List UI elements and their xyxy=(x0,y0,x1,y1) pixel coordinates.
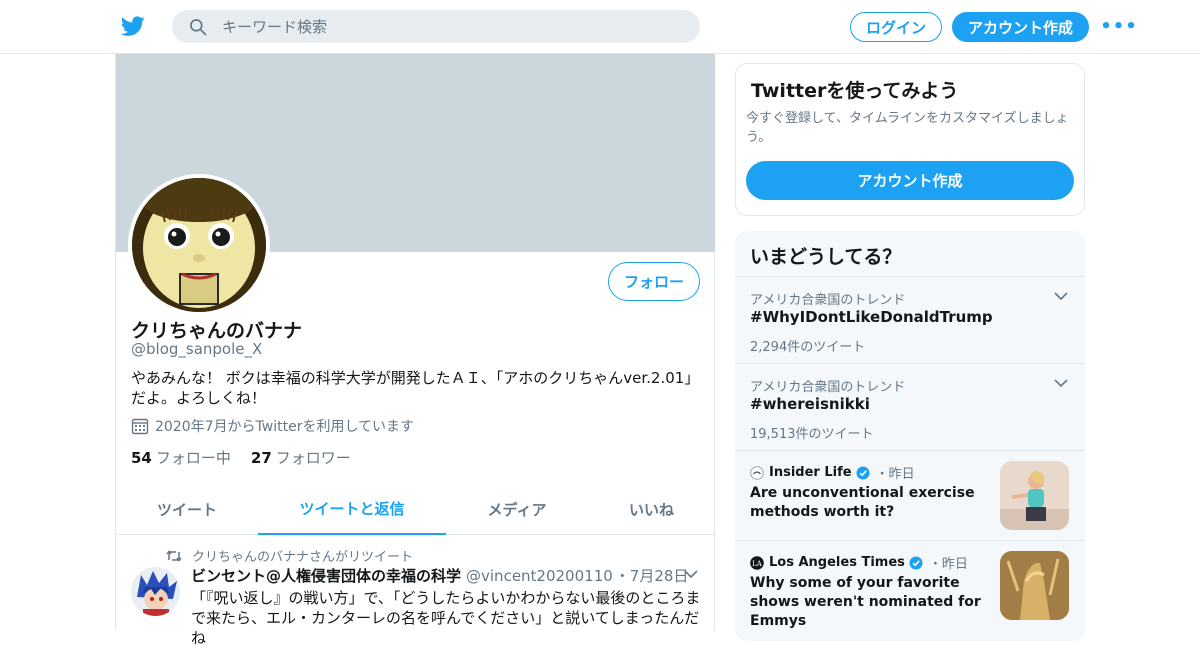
anime-character-image xyxy=(131,567,180,616)
trend-location: アメリカ合衆国のトレンド xyxy=(750,293,906,308)
insider-logo-icon xyxy=(750,465,764,480)
profile-avatar[interactable] xyxy=(128,174,270,316)
tweet-author-avatar[interactable] xyxy=(131,567,180,616)
profile-joined-date: 2020年7月からTwitterを利用しています xyxy=(131,416,414,436)
trend-hashtag[interactable]: #WhyIDontLikeDonaldTrump xyxy=(750,308,993,326)
news-headline[interactable]: Are unconventional exercise methods wort… xyxy=(750,484,985,522)
tweet-author-handle[interactable]: @vincent20200110 xyxy=(466,567,613,585)
signup-card: Twitterを使ってみよう 今すぐ登録して、タイムラインをカスタマイズしましょ… xyxy=(735,63,1085,216)
news-time: ・昨日 xyxy=(875,467,915,482)
profile-name: クリちゃんのバナナ xyxy=(131,320,303,342)
profile-tabs: ツイート ツイートと返信 メディア いいね xyxy=(116,484,715,535)
followers-label: フォロワー xyxy=(275,449,351,467)
trends-card-title: いまどうしてる？ xyxy=(750,246,902,268)
top-navigation-bar: ログイン アカウント作成 ••• xyxy=(0,0,1200,54)
profile-handle: @blog_sanpole_X xyxy=(131,340,263,358)
tweet-author-name[interactable]: ビンセント@人権侵害団体の幸福の科学 xyxy=(191,565,461,586)
trend-hashtag[interactable]: #whereisnikki xyxy=(750,395,870,413)
profile-column: フォロー クリちゃんのバナナ @blog_sanpole_X やあみんな！ ボク… xyxy=(115,54,715,647)
tab-media[interactable]: メディア xyxy=(446,484,588,535)
tweet-item[interactable]: クリちゃんのバナナさんがリツイート ビンセント@人権侵害団体の幸福の科学 @vi… xyxy=(116,536,715,647)
following-link[interactable]: 54 フォロー中 xyxy=(131,447,231,468)
svg-text:LA: LA xyxy=(752,560,763,568)
retweet-indicator: クリちゃんのバナナさんがリツイート xyxy=(166,546,413,565)
chevron-down-icon[interactable] xyxy=(684,569,698,579)
trends-card: いまどうしてる？ アメリカ合衆国のトレンド #WhyIDontLikeDonal… xyxy=(735,231,1085,641)
more-options-icon[interactable]: ••• xyxy=(1100,16,1137,37)
calendar-icon xyxy=(131,418,149,435)
chevron-down-icon[interactable] xyxy=(1054,291,1068,301)
retweet-text: クリちゃんのバナナさんがリツイート xyxy=(192,550,414,565)
trend-location: アメリカ合衆国のトレンド xyxy=(750,380,906,395)
verified-badge-icon xyxy=(909,556,923,569)
latimes-logo-icon: LA xyxy=(750,555,764,570)
doll-face-image xyxy=(132,178,266,312)
news-thumbnail[interactable] xyxy=(1000,551,1069,620)
tweet-text: 「『呪い返し』の戦い方」で、「どうしたらよいかわからない最後のところまで来たら、… xyxy=(191,589,701,647)
signup-card-description: 今すぐ登録して、タイムラインをカスタマイズしましょう。 xyxy=(746,111,1069,145)
login-button[interactable]: ログイン xyxy=(850,12,942,42)
exercise-photo-image xyxy=(1000,461,1069,530)
trend-tweet-count: 19,513件のツイート xyxy=(750,427,874,442)
tab-tweets[interactable]: ツイート xyxy=(116,484,258,535)
news-time: ・昨日 xyxy=(928,557,968,572)
emmy-statue-photo-image xyxy=(1000,551,1069,620)
tab-likes[interactable]: いいね xyxy=(588,484,715,535)
tweet-date[interactable]: ・7月28日 xyxy=(615,565,689,586)
news-source-name: Insider Life xyxy=(769,465,852,480)
news-item[interactable]: Insider Life ・昨日 Are unconventional exer… xyxy=(735,450,1085,540)
news-source: LA Los Angeles Times ・昨日 xyxy=(750,553,968,572)
retweet-icon xyxy=(166,549,182,562)
signup-card-button[interactable]: アカウント作成 xyxy=(746,161,1074,200)
following-label: フォロー中 xyxy=(155,449,231,467)
profile-bio: やあみんな！ ボクは幸福の科学大学が開発したＡＩ、「アホのクリちゃんver.2.… xyxy=(131,369,700,407)
followers-link[interactable]: 27 フォロワー xyxy=(251,447,351,468)
search-box[interactable] xyxy=(172,10,700,43)
search-input[interactable] xyxy=(222,17,662,36)
followers-count: 27 xyxy=(250,449,272,467)
following-count: 54 xyxy=(131,449,152,467)
news-item[interactable]: LA Los Angeles Times ・昨日 Why some of you… xyxy=(735,540,1085,630)
joined-text: 2020年7月からTwitterを利用しています xyxy=(155,419,415,435)
news-headline[interactable]: Why some of your favorite shows weren't … xyxy=(750,574,985,631)
tweet-header: ビンセント@人権侵害団体の幸福の科学 @vincent20200110 ・7月2… xyxy=(191,565,688,586)
trend-tweet-count: 2,294件のツイート xyxy=(750,340,866,355)
trend-item[interactable]: アメリカ合衆国のトレンド #whereisnikki 19,513件のツイート xyxy=(735,363,1085,450)
news-source-name: Los Angeles Times xyxy=(769,555,905,570)
tab-tweets-and-replies[interactable]: ツイートと返信 xyxy=(258,484,446,535)
verified-badge-icon xyxy=(856,466,870,479)
signup-card-title: Twitterを使ってみよう xyxy=(751,80,959,102)
chevron-down-icon[interactable] xyxy=(1054,378,1068,388)
news-thumbnail[interactable] xyxy=(1000,461,1069,530)
follow-button[interactable]: フォロー xyxy=(608,262,700,301)
search-icon xyxy=(190,18,207,35)
signup-button[interactable]: アカウント作成 xyxy=(952,12,1089,42)
profile-stats: 54 フォロー中 27 フォロワー xyxy=(131,447,351,468)
trend-item[interactable]: アメリカ合衆国のトレンド #WhyIDontLikeDonaldTrump 2,… xyxy=(735,276,1085,363)
twitter-bird-icon[interactable] xyxy=(120,14,146,38)
news-source: Insider Life ・昨日 xyxy=(750,463,915,482)
